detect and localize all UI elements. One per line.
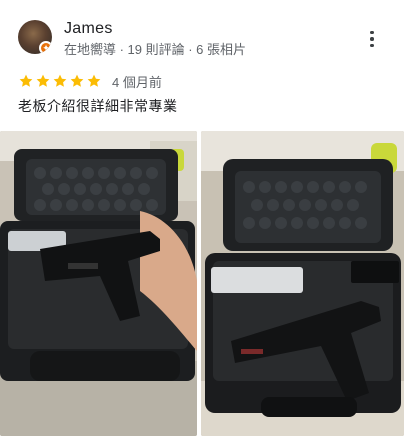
local-guide-badge-icon: ✦ (39, 41, 52, 54)
more-vert-icon[interactable] (362, 28, 382, 50)
review-photo-2[interactable] (201, 131, 404, 436)
review-photo-1[interactable] (0, 131, 197, 436)
rating-row: 4 個月前 (18, 72, 162, 90)
review-card: ✦ James 在地嚮導 · 19 則評論 · 6 張相片 4 個月前 老板介紹… (0, 0, 404, 442)
review-time: 4 個月前 (112, 74, 162, 90)
photo-2-image (201, 131, 404, 436)
author-name[interactable]: James (64, 20, 113, 38)
star-icon (69, 73, 85, 89)
star-icon (86, 73, 102, 89)
author-avatar[interactable]: ✦ (18, 20, 52, 54)
photo-1-image (0, 131, 197, 436)
review-text: 老板介紹很詳細非常專業 (18, 98, 178, 114)
star-icon (52, 73, 68, 89)
author-meta: 在地嚮導 · 19 則評論 · 6 張相片 (64, 42, 247, 57)
review-header: ✦ James 在地嚮導 · 19 則評論 · 6 張相片 (16, 18, 388, 60)
star-icon (35, 73, 51, 89)
star-rating (18, 73, 102, 89)
star-icon (18, 73, 34, 89)
